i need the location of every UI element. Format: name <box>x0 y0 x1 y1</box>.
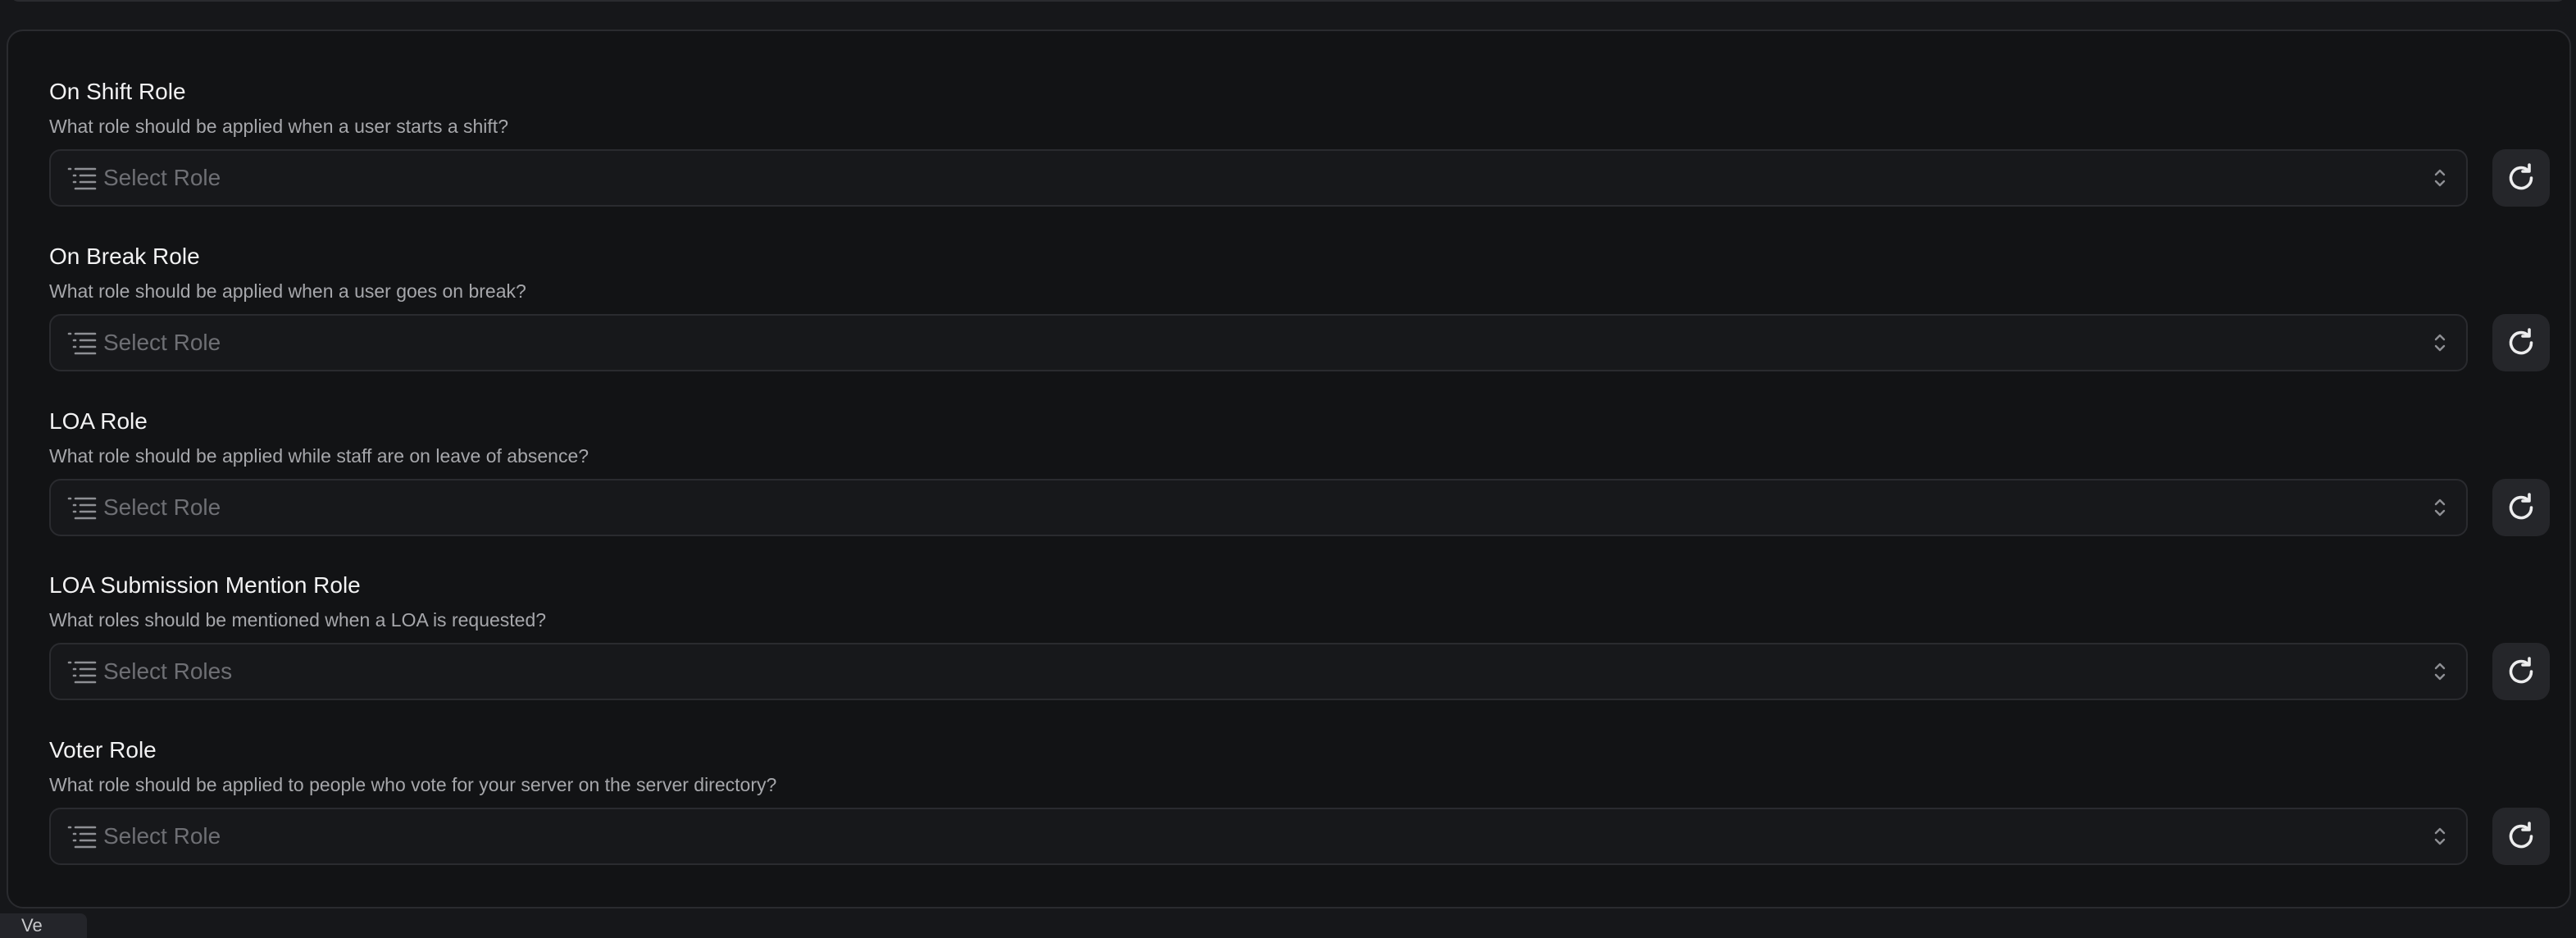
select-placeholder: Select Role <box>103 330 221 355</box>
section-title: Voter Role <box>49 737 157 763</box>
on-shift-role-section: On Shift Role What role should be applie… <box>49 75 2558 223</box>
voter-role-select[interactable]: Select Role <box>49 808 2468 865</box>
previous-card-edge <box>10 0 2566 2</box>
section-description: What role should be applied when a user … <box>49 116 508 137</box>
loa-submission-mention-role-select[interactable]: Select Roles <box>49 643 2468 700</box>
role-settings-panel: On Shift Role What role should be applie… <box>7 30 2571 908</box>
section-title: On Break Role <box>49 244 200 269</box>
section-description: What roles should be mentioned when a LO… <box>49 609 547 631</box>
on-shift-role-select[interactable]: Select Role <box>49 149 2468 207</box>
select-placeholder: Select Role <box>103 165 221 190</box>
voter-role-section: Voter Role What role should be applied t… <box>49 734 2558 881</box>
section-description: What role should be applied to people wh… <box>49 774 777 795</box>
refresh-button[interactable] <box>2492 808 2550 865</box>
loa-role-select[interactable]: Select Role <box>49 479 2468 536</box>
on-break-role-section: On Break Role What role should be applie… <box>49 240 2558 388</box>
section-title: LOA Submission Mention Role <box>49 572 361 598</box>
section-title: LOA Role <box>49 408 148 434</box>
on-break-role-select[interactable]: Select Role <box>49 314 2468 371</box>
loa-submission-mention-role-section: LOA Submission Mention Role What roles s… <box>49 569 2558 717</box>
select-placeholder: Select Roles <box>103 658 233 684</box>
section-title: On Shift Role <box>49 79 186 104</box>
refresh-button[interactable] <box>2492 643 2550 700</box>
select-placeholder: Select Role <box>103 823 221 849</box>
section-description: What role should be applied when a user … <box>49 280 526 302</box>
select-placeholder: Select Role <box>103 494 221 520</box>
refresh-button[interactable] <box>2492 479 2550 536</box>
bottom-tab[interactable]: Ve <box>0 913 87 938</box>
refresh-button[interactable] <box>2492 314 2550 371</box>
refresh-button[interactable] <box>2492 149 2550 207</box>
section-description: What role should be applied while staff … <box>49 445 589 467</box>
loa-role-section: LOA Role What role should be applied whi… <box>49 405 2558 553</box>
bottom-tab-label: Ve <box>21 915 43 936</box>
